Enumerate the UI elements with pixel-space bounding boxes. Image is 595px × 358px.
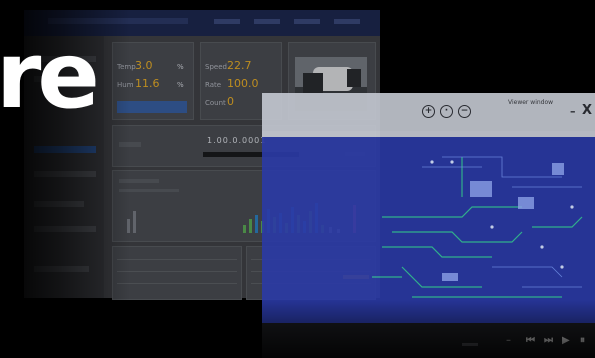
unit-b: % (177, 81, 184, 89)
top-right-fade (380, 0, 595, 93)
zoom-out-icon[interactable]: − (458, 105, 471, 118)
metric-b-value: 11.6 (135, 77, 160, 90)
metric-c-label: Speed (205, 63, 227, 71)
pcb-canvas[interactable] (262, 137, 595, 323)
tab[interactable] (294, 19, 320, 24)
headline-text: re (0, 22, 100, 129)
minimize-button[interactable]: – (570, 105, 576, 118)
pause-icon[interactable]: ⏸ (580, 336, 585, 346)
viewer-statusbar: – ⏮ ⏭ ▶ ⏸ (262, 323, 595, 358)
status-field (462, 343, 478, 346)
pcb-layout-icon (262, 137, 595, 323)
unit-a: % (177, 63, 184, 71)
timeline-dash: – (506, 335, 511, 346)
dashboard-tabs[interactable] (214, 19, 374, 28)
tab[interactable] (334, 19, 360, 24)
metric-d-label: Rate (205, 81, 222, 89)
metric-a-value: 3.0 (135, 59, 153, 72)
metric-c-value: 22.7 (227, 59, 252, 72)
close-button[interactable]: X (582, 103, 592, 118)
metric-e-label: Count (205, 99, 226, 107)
tab[interactable] (254, 19, 280, 24)
zoom-fit-icon[interactable]: · (440, 105, 453, 118)
pcb-viewer-window: + · − Viewer window – X – ⏮ ⏭ ▶ ⏸ (262, 93, 595, 358)
bar (243, 225, 246, 233)
viewer-toolbar: + · − Viewer window – X (262, 93, 595, 131)
status-value: 1.00.0.0001 (207, 136, 267, 145)
tab[interactable] (214, 19, 240, 24)
play-icon[interactable]: ▶ (562, 336, 570, 346)
table-row (117, 283, 237, 284)
bar (133, 211, 136, 233)
metric-e-value: 0 (227, 95, 234, 108)
metric-d-value: 100.0 (227, 77, 259, 90)
viewer-title: Viewer window (508, 99, 554, 106)
step-forward-icon[interactable]: ⏭ (544, 336, 553, 346)
bar (255, 215, 258, 233)
zoom-in-icon[interactable]: + (422, 105, 435, 118)
bar (249, 219, 252, 233)
table-header-line (117, 259, 237, 260)
skip-back-icon[interactable]: ⏮ (526, 336, 535, 346)
table-card-left (112, 246, 242, 300)
table-row (117, 271, 237, 272)
